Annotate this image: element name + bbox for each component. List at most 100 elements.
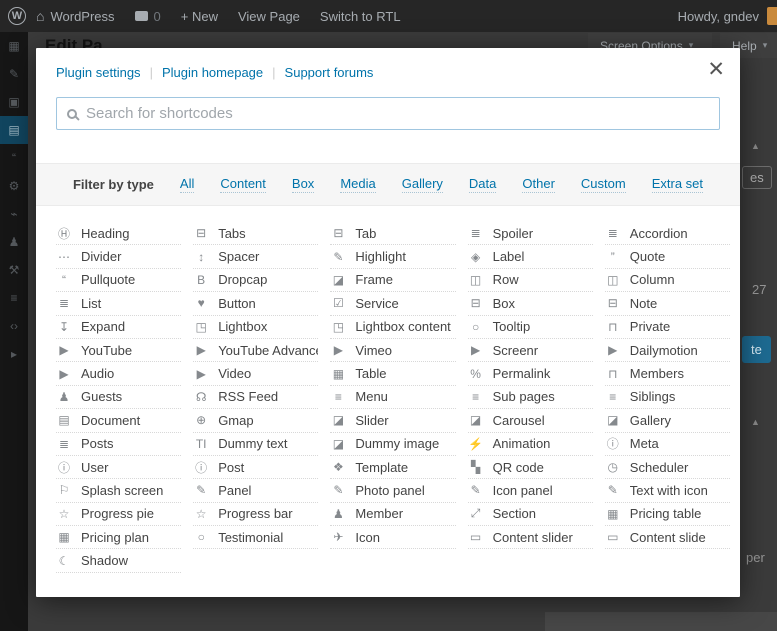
filter-gallery[interactable]: Gallery: [402, 176, 443, 193]
shortcode-item-testimonial[interactable]: ○Testimonial: [193, 526, 318, 549]
shortcode-item-document[interactable]: ▤Document: [56, 409, 181, 432]
shortcode-item-label[interactable]: ◈Label: [468, 245, 593, 268]
search-input[interactable]: [86, 105, 709, 122]
shortcode-item-guests[interactable]: ♟Guests: [56, 386, 181, 409]
shortcode-item-content-slider[interactable]: ▭Content slider: [468, 526, 593, 549]
comments-count: 0: [154, 9, 161, 24]
shortcode-item-progress-pie[interactable]: ☆Progress pie: [56, 503, 181, 526]
shortcode-search-box[interactable]: [56, 97, 720, 130]
shortcode-label: Gmap: [218, 413, 253, 428]
shortcode-item-lightbox[interactable]: ◳Lightbox: [193, 316, 318, 339]
shortcode-item-dummy-text[interactable]: TIDummy text: [193, 433, 318, 456]
shortcode-item-siblings[interactable]: ≡Siblings: [605, 386, 730, 409]
shortcode-label: Column: [630, 272, 675, 287]
shortcode-item-accordion[interactable]: ≣Accordion: [605, 222, 730, 245]
shortcode-item-row[interactable]: ◫Row: [468, 269, 593, 292]
close-icon[interactable]: ✕: [707, 59, 725, 80]
shortcode-item-pricing-plan[interactable]: ▦Pricing plan: [56, 526, 181, 549]
shortcode-item-heading[interactable]: ⒽHeading: [56, 222, 181, 245]
shortcode-item-tab[interactable]: ⊟Tab: [330, 222, 455, 245]
shortcode-item-table[interactable]: ▦Table: [330, 362, 455, 385]
shortcode-item-highlight[interactable]: ✎Highlight: [330, 245, 455, 268]
filter-all[interactable]: All: [180, 176, 194, 193]
shortcode-item-dailymotion[interactable]: ▶Dailymotion: [605, 339, 730, 362]
shortcode-item-splash-screen[interactable]: ⚐Splash screen: [56, 479, 181, 502]
shortcode-item-screenr[interactable]: ▶Screenr: [468, 339, 593, 362]
shortcode-item-rss-feed[interactable]: ☊RSS Feed: [193, 386, 318, 409]
shortcode-item-tabs[interactable]: ⊟Tabs: [193, 222, 318, 245]
shortcode-item-meta[interactable]: ⓘMeta: [605, 433, 730, 456]
shortcode-item-spoiler[interactable]: ≣Spoiler: [468, 222, 593, 245]
shortcode-item-quote[interactable]: ”Quote: [605, 245, 730, 268]
filter-media[interactable]: Media: [340, 176, 375, 193]
shortcode-item-spacer[interactable]: ↕Spacer: [193, 245, 318, 268]
shortcode-item-youtube-advanced[interactable]: ▶YouTube Advanced: [193, 339, 318, 362]
shortcode-item-icon[interactable]: ✈Icon: [330, 526, 455, 549]
filter-other[interactable]: Other: [522, 176, 555, 193]
shortcode-item-slider[interactable]: ◪Slider: [330, 409, 455, 432]
shortcode-item-qr-code[interactable]: ▚QR code: [468, 456, 593, 479]
filter-extra-set[interactable]: Extra set: [652, 176, 703, 193]
shortcode-item-menu[interactable]: ≡Menu: [330, 386, 455, 409]
shortcode-item-lightbox-content[interactable]: ◳Lightbox content: [330, 316, 455, 339]
shortcode-item-posts[interactable]: ≣Posts: [56, 433, 181, 456]
label-tag-icon: ◈: [468, 250, 484, 264]
plugin-settings-link[interactable]: Plugin settings: [56, 65, 141, 80]
shortcode-item-gallery[interactable]: ◪Gallery: [605, 409, 730, 432]
shortcode-item-list[interactable]: ≣List: [56, 292, 181, 315]
shortcode-item-column[interactable]: ◫Column: [605, 269, 730, 292]
shortcode-item-audio[interactable]: ▶Audio: [56, 362, 181, 385]
shortcode-item-dropcap[interactable]: BDropcap: [193, 269, 318, 292]
shortcode-item-scheduler[interactable]: ◷Scheduler: [605, 456, 730, 479]
comments-bubble-icon: [135, 11, 148, 21]
shortcode-item-members[interactable]: ⊓Members: [605, 362, 730, 385]
shortcode-item-shadow[interactable]: ☾Shadow: [56, 549, 181, 572]
shortcode-item-section[interactable]: ⤢Section: [468, 503, 593, 526]
shortcode-item-youtube[interactable]: ▶YouTube: [56, 339, 181, 362]
support-forums-link[interactable]: Support forums: [285, 65, 374, 80]
shortcode-item-panel[interactable]: ✎Panel: [193, 479, 318, 502]
shortcode-item-progress-bar[interactable]: ☆Progress bar: [193, 503, 318, 526]
post-info-icon: ⓘ: [193, 459, 209, 476]
shortcode-item-divider[interactable]: ⋯Divider: [56, 245, 181, 268]
plugin-homepage-link[interactable]: Plugin homepage: [162, 65, 263, 80]
shortcode-label: Icon: [355, 530, 380, 545]
shortcode-item-private[interactable]: ⊓Private: [605, 316, 730, 339]
shortcode-label: Content slider: [493, 530, 573, 545]
shortcode-label: Member: [355, 506, 403, 521]
filter-custom[interactable]: Custom: [581, 176, 626, 193]
shortcode-label: Lightbox: [218, 319, 267, 334]
shortcode-item-photo-panel[interactable]: ✎Photo panel: [330, 479, 455, 502]
shortcode-item-note[interactable]: ⊟Note: [605, 292, 730, 315]
shortcode-item-dummy-image[interactable]: ◪Dummy image: [330, 433, 455, 456]
filter-data[interactable]: Data: [469, 176, 496, 193]
shortcode-item-icon-panel[interactable]: ✎Icon panel: [468, 479, 593, 502]
shortcode-item-pricing-table[interactable]: ▦Pricing table: [605, 503, 730, 526]
filter-box[interactable]: Box: [292, 176, 314, 193]
shortcode-item-content-slide[interactable]: ▭Content slide: [605, 526, 730, 549]
shortcode-item-template[interactable]: ❖Template: [330, 456, 455, 479]
shortcode-item-sub-pages[interactable]: ≡Sub pages: [468, 386, 593, 409]
shortcode-item-gmap[interactable]: ⊕Gmap: [193, 409, 318, 432]
shortcode-label: Service: [355, 296, 398, 311]
shortcode-item-text-with-icon[interactable]: ✎Text with icon: [605, 479, 730, 502]
shortcode-item-pullquote[interactable]: “Pullquote: [56, 269, 181, 292]
shortcode-item-vimeo[interactable]: ▶Vimeo: [330, 339, 455, 362]
shortcode-item-animation[interactable]: ⚡Animation: [468, 433, 593, 456]
filter-content[interactable]: Content: [220, 176, 266, 193]
site-name: WordPress: [50, 9, 114, 24]
shortcode-item-video[interactable]: ▶Video: [193, 362, 318, 385]
shortcode-item-box[interactable]: ⊟Box: [468, 292, 593, 315]
shortcode-item-service[interactable]: ☑Service: [330, 292, 455, 315]
shortcode-item-permalink[interactable]: %Permalink: [468, 362, 593, 385]
shortcode-label: Guests: [81, 389, 122, 404]
shortcode-item-button[interactable]: ♥Button: [193, 292, 318, 315]
shortcode-label: Heading: [81, 226, 129, 241]
shortcode-item-user[interactable]: ⓘUser: [56, 456, 181, 479]
shortcode-item-member[interactable]: ♟Member: [330, 503, 455, 526]
shortcode-item-expand[interactable]: ↧Expand: [56, 316, 181, 339]
shortcode-item-post[interactable]: ⓘPost: [193, 456, 318, 479]
shortcode-item-tooltip[interactable]: ○Tooltip: [468, 316, 593, 339]
shortcode-item-frame[interactable]: ◪Frame: [330, 269, 455, 292]
shortcode-item-carousel[interactable]: ◪Carousel: [468, 409, 593, 432]
